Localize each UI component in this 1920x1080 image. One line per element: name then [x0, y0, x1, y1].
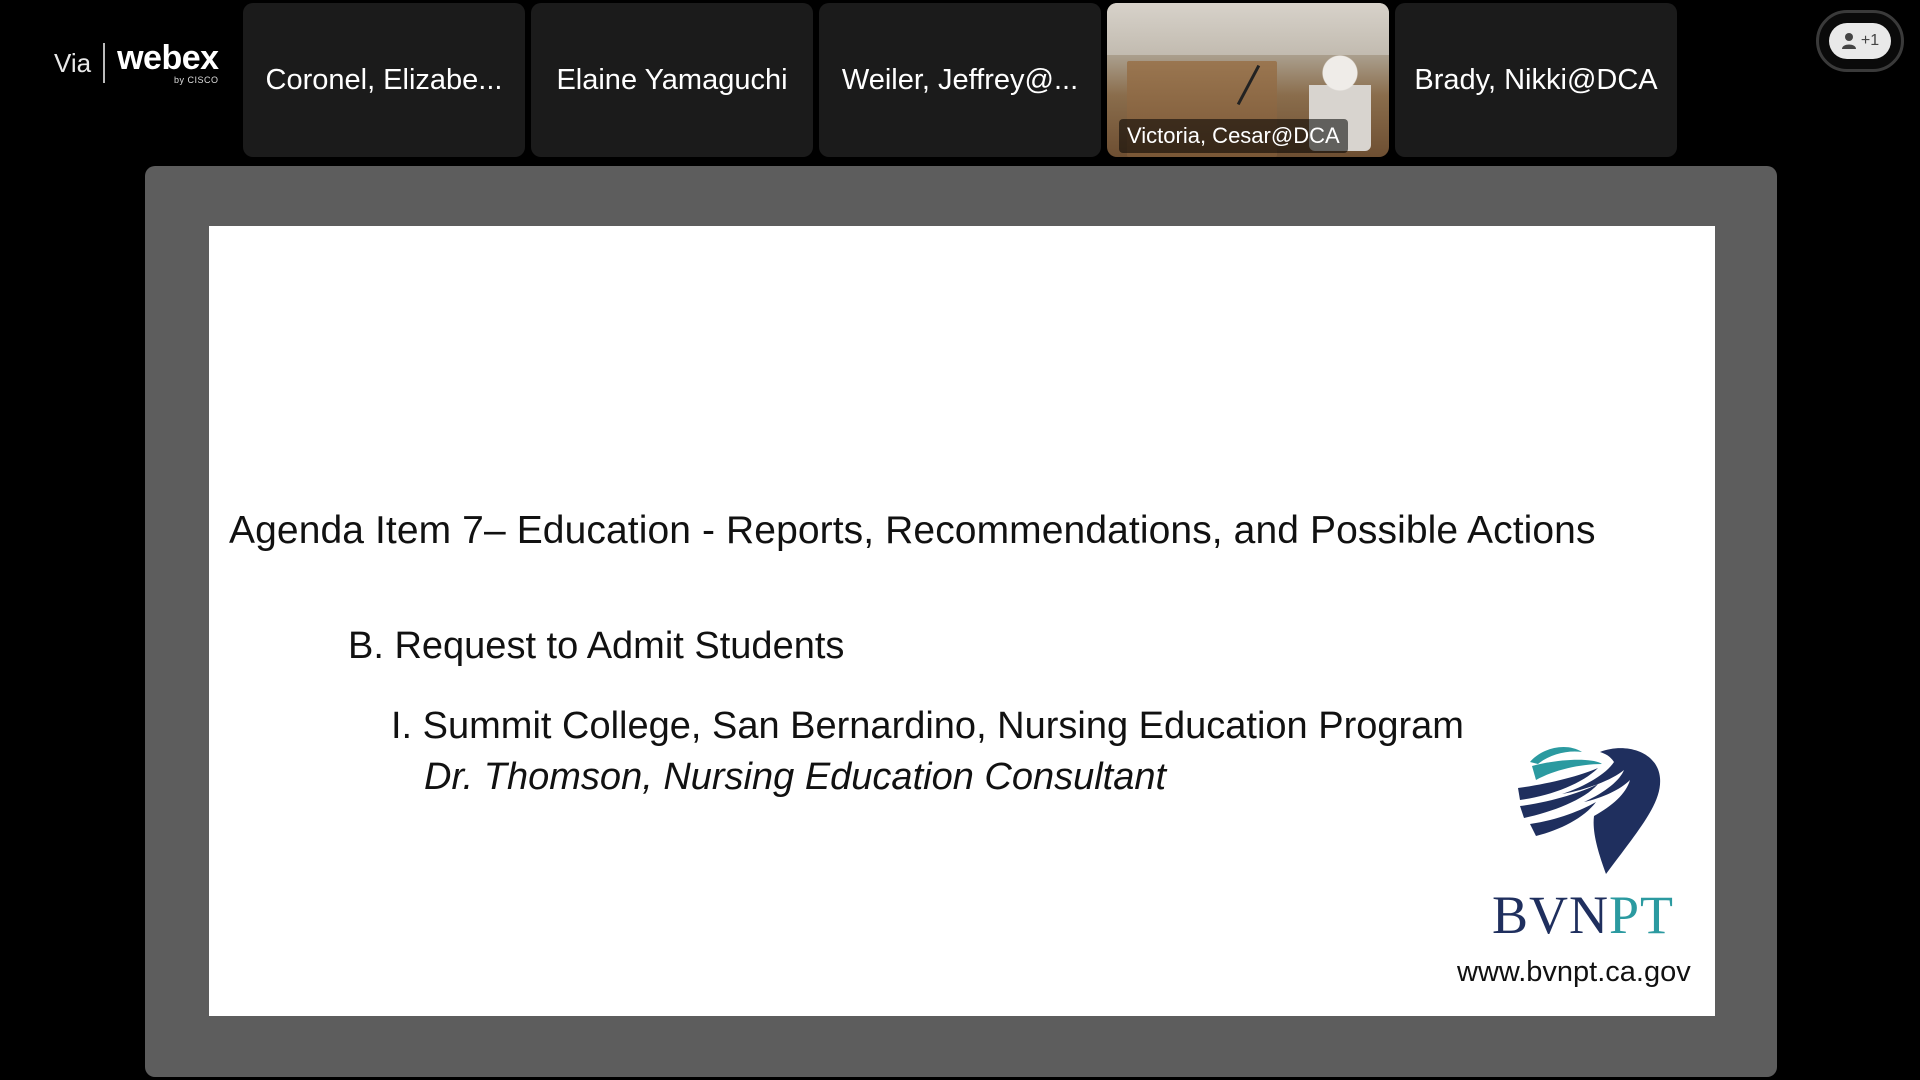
- person-icon: [1841, 33, 1856, 49]
- more-participants-count: +1: [1860, 32, 1880, 49]
- more-participants-pill: +1: [1829, 23, 1891, 59]
- slide-presenter: Dr. Thomson, Nursing Education Consultan…: [424, 756, 1167, 798]
- video-background: [1107, 3, 1389, 55]
- slide-agenda-item: I. Summit College, San Bernardino, Nursi…: [391, 705, 1464, 747]
- participant-name: Weiler, Jeffrey@...: [841, 63, 1079, 96]
- participant-name: Victoria, Cesar@DCA: [1119, 119, 1348, 153]
- cisco-byline: by CISCO: [174, 75, 219, 85]
- via-label: Via: [54, 47, 92, 78]
- brand-divider: [103, 43, 106, 83]
- participant-name: Coronel, Elizabe...: [265, 63, 503, 96]
- logo-text-teal: PT: [1609, 885, 1675, 945]
- participant-tile[interactable]: Coronel, Elizabe...: [243, 3, 525, 157]
- webex-brand: Via webex by CISCO: [54, 38, 219, 88]
- webex-meeting-window: Via webex by CISCO Coronel, Elizabe... E…: [0, 0, 1920, 1080]
- participant-tile[interactable]: Elaine Yamaguchi: [531, 3, 813, 157]
- participant-video-tile[interactable]: Victoria, Cesar@DCA: [1107, 3, 1389, 157]
- webex-wordmark: webex: [117, 39, 219, 77]
- logo-text-navy: BVN: [1492, 885, 1610, 945]
- presentation-slide: Agenda Item 7– Education - Reports, Reco…: [209, 226, 1715, 1016]
- bvnpt-logo-icon: [1518, 747, 1661, 874]
- slide-website: www.bvnpt.ca.gov: [1457, 956, 1691, 988]
- slide-subheading: B. Request to Admit Students: [348, 625, 845, 667]
- participant-tile[interactable]: Weiler, Jeffrey@...: [819, 3, 1101, 157]
- participant-strip: Coronel, Elizabe... Elaine Yamaguchi Wei…: [243, 3, 1677, 157]
- participant-tile[interactable]: Brady, Nikki@DCA: [1395, 3, 1677, 157]
- participant-name: Elaine Yamaguchi: [556, 63, 788, 96]
- participant-name: Brady, Nikki@DCA: [1414, 63, 1658, 96]
- webex-logo: webex by CISCO: [117, 39, 219, 85]
- slide-title: Agenda Item 7– Education - Reports, Reco…: [229, 509, 1596, 552]
- bvnpt-logo-text: BVNPT: [1492, 884, 1674, 946]
- more-participants-button[interactable]: +1: [1816, 10, 1904, 72]
